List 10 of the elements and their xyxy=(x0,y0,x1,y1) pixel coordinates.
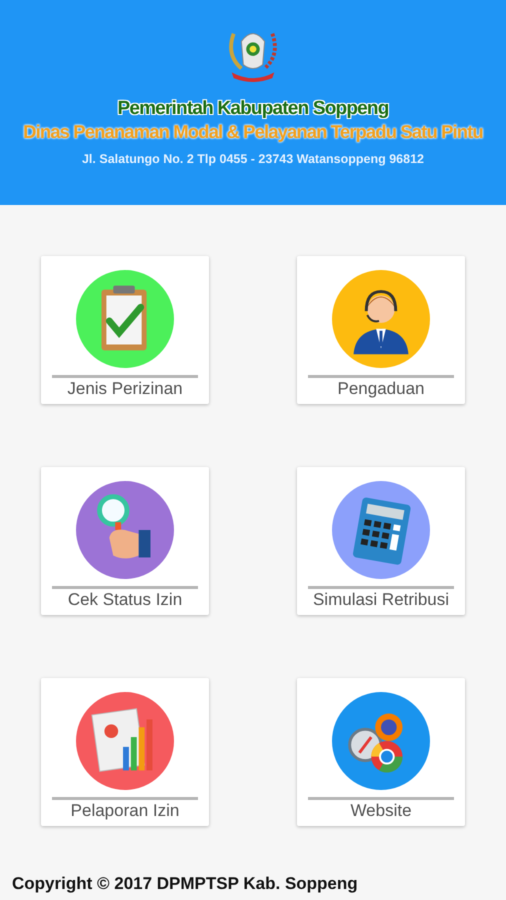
agency-title: Pemerintah Kabupaten Soppeng xyxy=(117,98,389,120)
menu-card[interactable]: Jenis Perizinan xyxy=(41,256,209,404)
menu-card[interactable]: Cek Status Izin xyxy=(41,467,209,615)
copyright-text: Copyright © 2017 DPMPTSP Kab. Soppeng xyxy=(11,874,359,895)
menu-card[interactable]: Pelaporan Izin xyxy=(41,678,209,826)
office-title: Dinas Penanaman Modal & Pelayanan Terpadu Satu Pintu xyxy=(23,121,483,143)
office-address: Jl. Salatungo No. 2 Tlp 0455 - 23743 Watansoppeng 96812 xyxy=(82,152,424,166)
menu-card[interactable]: Simulasi Retribusi xyxy=(297,467,465,615)
menu-card[interactable]: Pengaduan xyxy=(297,256,465,404)
menu-card[interactable]: Website xyxy=(297,678,465,826)
